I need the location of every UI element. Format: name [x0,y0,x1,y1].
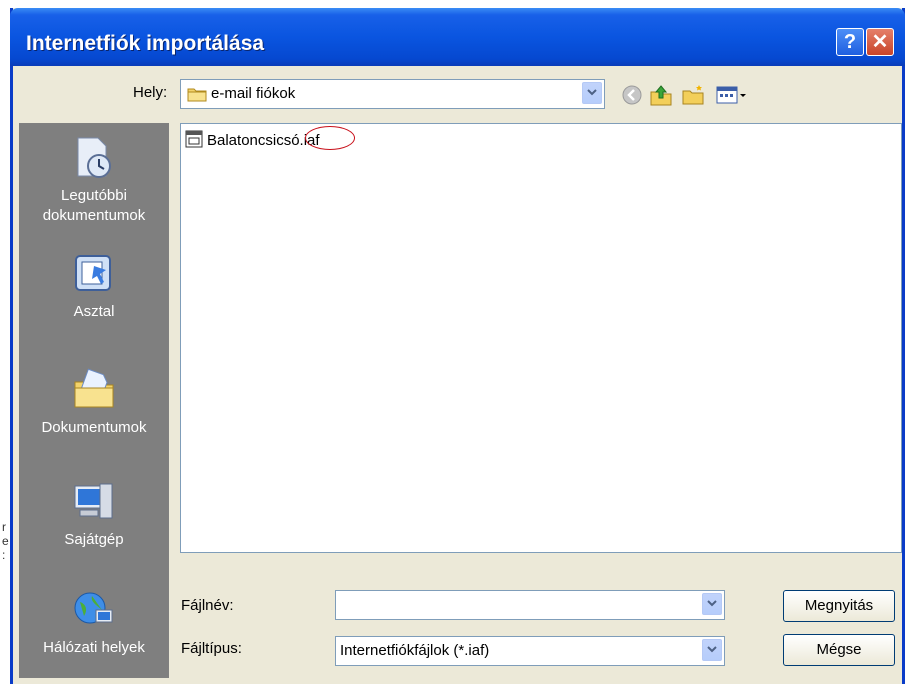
folder-icon [187,86,207,105]
my-computer-icon [72,480,116,524]
place-computer[interactable]: Sajátgép [20,480,168,550]
background-window: re: [0,0,10,684]
chevron-down-icon [587,89,597,96]
up-folder-icon[interactable] [649,84,673,109]
filetype-value: Internetfiókfájlok (*.iaf) [340,642,490,659]
place-desktop[interactable]: Asztal [20,252,168,322]
filename-label: Fájlnév: [181,597,234,614]
place-recent-label: Legutóbbi dokumentumok [42,187,146,224]
network-places-icon [72,588,116,632]
chevron-down-icon [707,600,717,607]
filename-dropdown-button[interactable] [702,593,722,615]
my-documents-icon [72,368,116,412]
help-button[interactable]: ? [836,28,864,56]
place-documents[interactable]: Dokumentumok [20,368,168,438]
iaf-file-icon [185,130,207,149]
file-name: Balatoncsicsó.iaf [207,132,320,149]
new-folder-icon[interactable] [681,84,705,109]
location-label: Hely: [133,84,168,101]
open-file-dialog: Internetfiók importálása ? ✕ Hely: e-mai… [10,8,905,684]
filename-combo[interactable] [335,590,725,620]
background-fragment: re: [2,520,9,562]
location-value: e-mail fiókok [211,85,296,102]
place-computer-label: Sajátgép [64,531,124,548]
list-item[interactable]: Balatoncsicsó.iaf [185,130,320,149]
place-network-label: Hálózati helyek [43,639,145,656]
filetype-label: Fájltípus: [181,640,242,657]
places-bar: Legutóbbi dokumentumok Asztal Dokumentum… [19,123,169,678]
place-recent[interactable]: Legutóbbi dokumentumok [20,136,168,226]
desktop-icon [72,252,116,296]
recent-documents-icon [72,136,116,180]
chevron-down-icon [707,646,717,653]
back-icon[interactable] [621,84,643,109]
place-documents-label: Dokumentumok [41,419,147,436]
filetype-combo[interactable]: Internetfiókfájlok (*.iaf) [335,636,725,666]
title-bar[interactable]: Internetfiók importálása ? ✕ [10,8,905,66]
location-combo[interactable]: e-mail fiókok [180,79,605,109]
annotation-circle [305,126,355,150]
place-network[interactable]: Hálózati helyek [20,588,168,658]
window-title: Internetfiók importálása [26,32,265,55]
close-button[interactable]: ✕ [866,28,894,56]
open-button[interactable]: Megnyitás [783,590,895,622]
filetype-dropdown-button[interactable] [702,639,722,661]
place-desktop-label: Asztal [73,303,115,320]
file-list[interactable]: Balatoncsicsó.iaf [180,123,902,553]
cancel-button[interactable]: Mégse [783,634,895,666]
views-menu-icon[interactable] [715,84,749,109]
location-dropdown-button[interactable] [582,82,602,104]
